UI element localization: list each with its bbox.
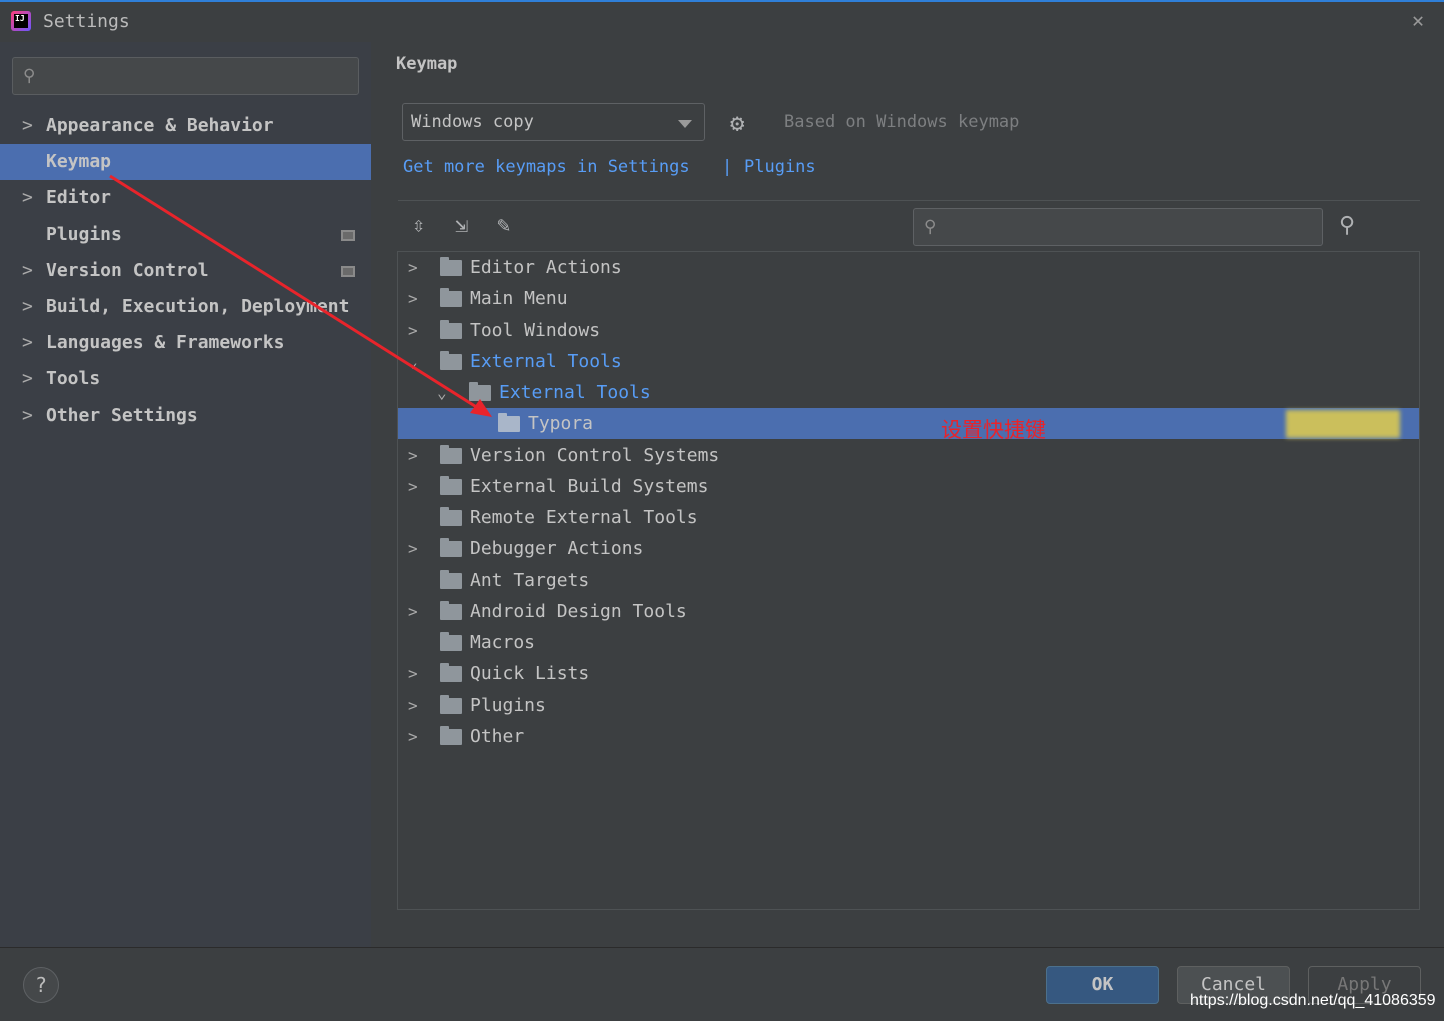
annotation-arrow — [109, 174, 492, 417]
watermark: https://blog.csdn.net/qq_41086359 — [1190, 992, 1436, 1009]
help-button[interactable]: ? — [23, 967, 59, 1003]
ok-button[interactable]: OK — [1046, 966, 1159, 1004]
